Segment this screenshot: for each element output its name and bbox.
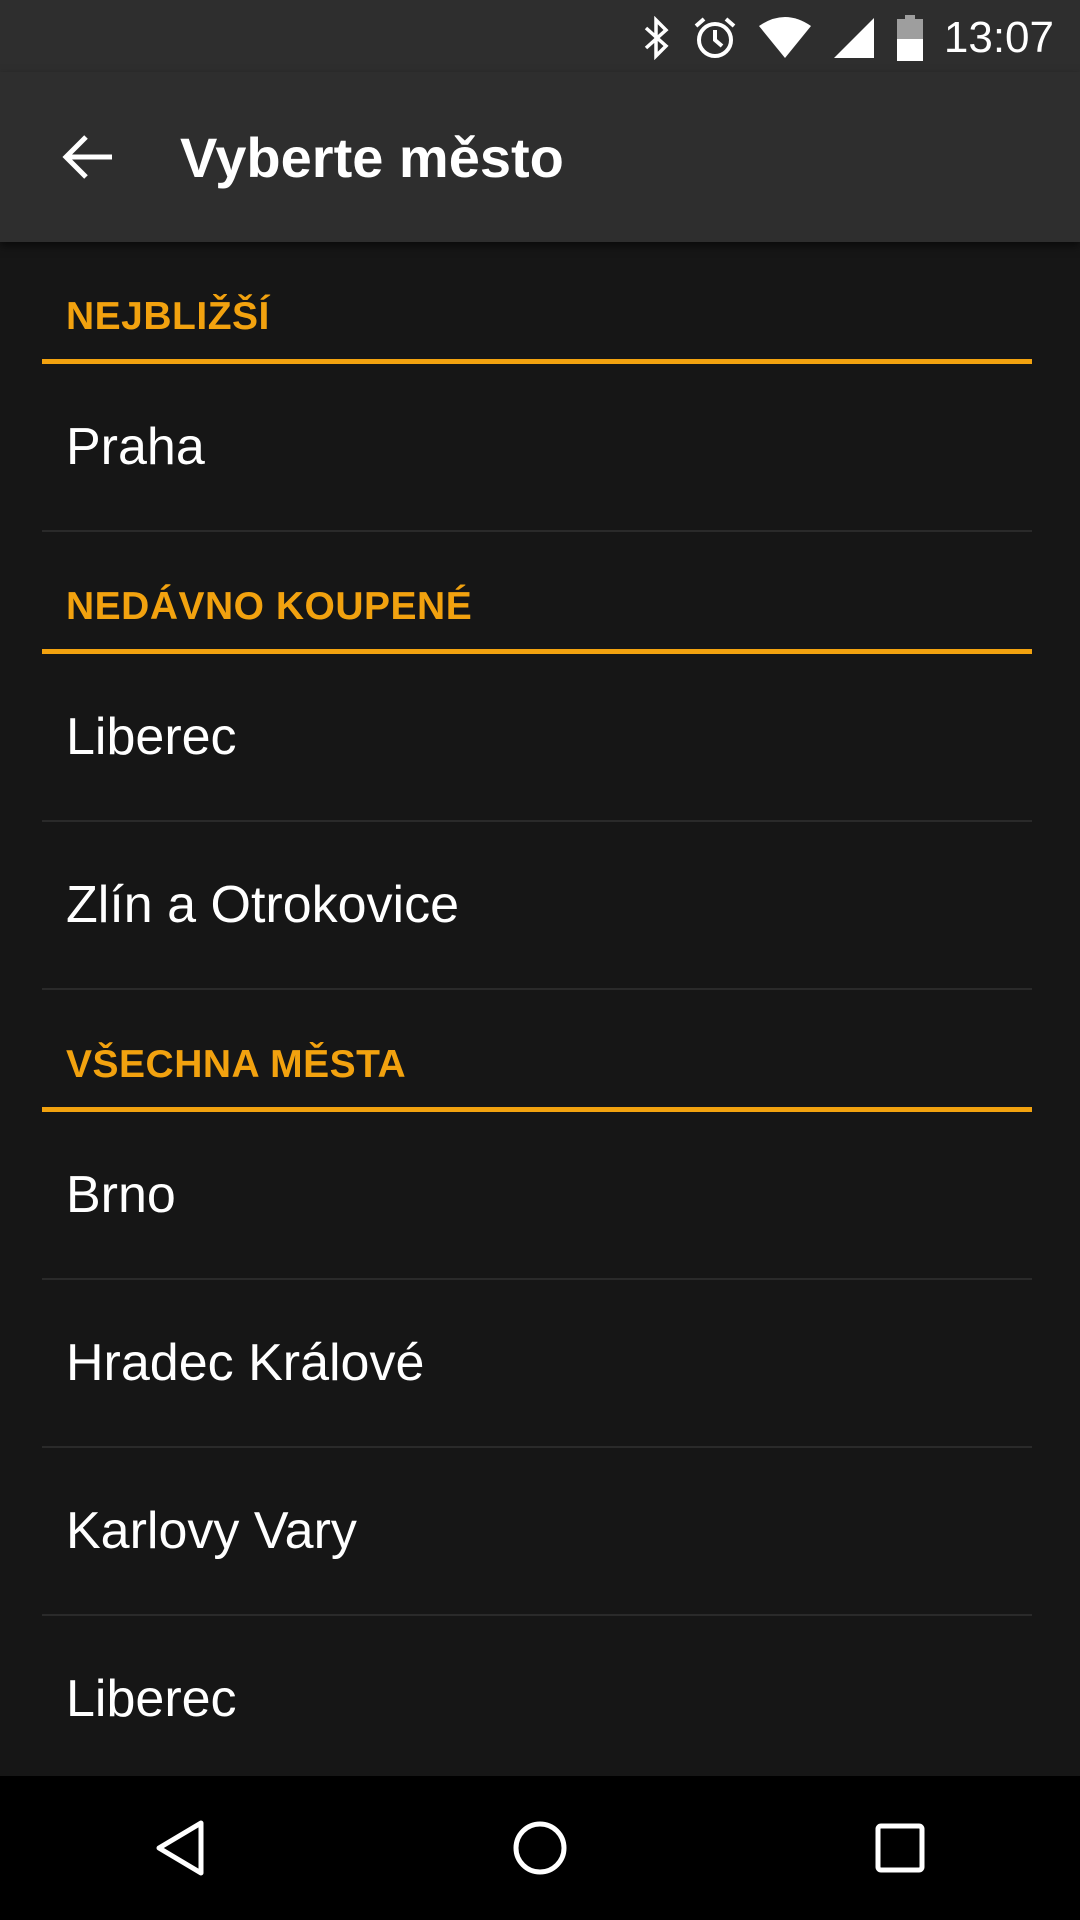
battery-icon bbox=[896, 15, 924, 61]
section-header-label: VŠECHNA MĚSTA bbox=[66, 1043, 407, 1086]
city-item-karlovy-vary[interactable]: Karlovy Vary bbox=[42, 1448, 1032, 1616]
screen: 13:07 Vyberte město NEJBLIŽŠÍ Praha NEDÁ… bbox=[0, 0, 1080, 1920]
section-header-all: VŠECHNA MĚSTA bbox=[42, 990, 1032, 1112]
city-label: Karlovy Vary bbox=[66, 1502, 357, 1560]
city-label: Liberec bbox=[66, 1670, 237, 1728]
section-header-label: NEDÁVNO KOUPENÉ bbox=[66, 585, 473, 628]
back-button[interactable] bbox=[48, 117, 128, 197]
nav-home-icon bbox=[513, 1821, 567, 1875]
nav-home-button[interactable] bbox=[470, 1778, 610, 1918]
wifi-icon bbox=[758, 16, 812, 60]
alarm-icon bbox=[692, 15, 738, 61]
city-label: Zlín a Otrokovice bbox=[66, 876, 460, 934]
section-header-recent: NEDÁVNO KOUPENÉ bbox=[42, 532, 1032, 654]
app-bar: Vyberte město bbox=[0, 72, 1080, 242]
bluetooth-icon bbox=[642, 16, 672, 60]
city-item-zlin[interactable]: Zlín a Otrokovice bbox=[42, 822, 1032, 990]
city-item-liberec-recent[interactable]: Liberec bbox=[42, 654, 1032, 822]
city-label: Praha bbox=[66, 418, 205, 476]
nav-recents-icon bbox=[875, 1823, 925, 1873]
system-nav-bar bbox=[0, 1776, 1080, 1920]
nav-recents-button[interactable] bbox=[830, 1778, 970, 1918]
arrow-back-icon bbox=[62, 135, 112, 179]
status-icons: 13:07 bbox=[622, 8, 1054, 68]
nav-back-button[interactable] bbox=[110, 1778, 250, 1918]
nav-back-icon bbox=[156, 1820, 204, 1876]
city-label: Liberec bbox=[66, 708, 237, 766]
section-header-label: NEJBLIŽŠÍ bbox=[66, 295, 270, 338]
city-label: Brno bbox=[66, 1166, 176, 1224]
city-label: Hradec Králové bbox=[66, 1334, 425, 1392]
status-clock: 13:07 bbox=[943, 13, 1054, 62]
city-item-liberec[interactable]: Liberec bbox=[42, 1616, 1032, 1776]
section-header-nearest: NEJBLIŽŠÍ bbox=[42, 242, 1032, 364]
status-bar: 13:07 bbox=[0, 0, 1080, 72]
page-title: Vyberte město bbox=[180, 126, 564, 189]
city-list: NEJBLIŽŠÍ Praha NEDÁVNO KOUPENÉ Liberec … bbox=[0, 242, 1080, 1776]
city-item-praha[interactable]: Praha bbox=[42, 364, 1032, 532]
cell-signal-icon bbox=[832, 16, 876, 60]
city-item-hradec-kralove[interactable]: Hradec Králové bbox=[42, 1280, 1032, 1448]
city-item-brno[interactable]: Brno bbox=[42, 1112, 1032, 1280]
